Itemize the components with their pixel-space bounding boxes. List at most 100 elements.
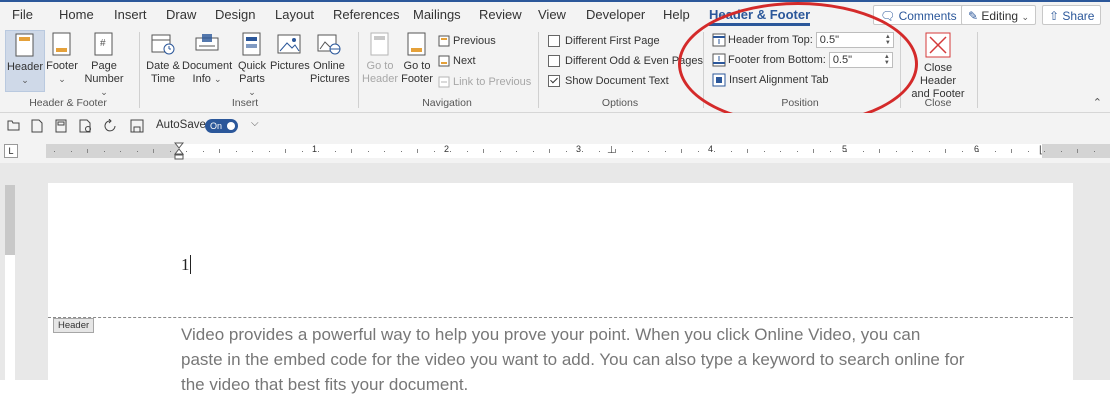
header-from-top-spinner[interactable]: 0.5" ▲ ▼ [815,32,894,48]
header-boundary-line [48,317,1073,318]
page-number-button[interactable]: # Page Number ⌄ [80,32,128,99]
ruler-tick [665,151,666,152]
spinner-arrows-icon[interactable]: ▲ ▼ [882,54,892,66]
footer-button[interactable]: Footer ⌄ [45,32,79,86]
group-label-close: Close [924,97,952,109]
ruler-tick [830,151,831,152]
header-icon [15,33,34,57]
ruler-tick [731,151,732,152]
tab-help[interactable]: Help [663,7,690,22]
online-pictures-button[interactable]: Online Pictures [310,32,350,86]
print-preview-icon[interactable] [79,119,93,133]
tab-file[interactable]: File [12,7,33,22]
footer-from-bottom-spinner[interactable]: 0.5" ▲ ▼ [828,52,893,68]
pictures-button[interactable]: Pictures [270,32,310,73]
share-button[interactable]: ⇧ Share [1042,5,1102,25]
tab-view[interactable]: View [538,7,566,22]
date-time-button[interactable]: Date & Time [144,32,182,86]
ruler-tick [318,151,319,152]
goto-header-button[interactable]: Go to Header [362,32,398,86]
ruler-tick [203,151,204,152]
different-first-page-checkbox[interactable]: Different First Page [548,35,660,47]
ruler-tick [368,151,369,152]
ruler-tick [681,149,682,153]
document-info-button[interactable]: Document Info ⌄ [182,32,232,86]
tab-draw[interactable]: Draw [166,7,196,22]
save-icon[interactable] [130,119,144,133]
tab-layout[interactable]: Layout [275,7,314,22]
close-icon [925,32,951,58]
ruler-tick [648,151,649,152]
ruler-tick [236,151,237,152]
ruler-tick [566,151,567,152]
show-document-text-checkbox[interactable]: Show Document Text [548,75,669,87]
close-header-footer-button[interactable]: Close Header and Footer [905,32,971,101]
body-text[interactable]: Video provides a powerful way to help yo… [181,322,1061,397]
alignment-tab-icon [712,73,726,87]
tab-mailings[interactable]: Mailings [413,7,461,22]
tab-selector-icon[interactable]: L [4,144,18,158]
tab-header-footer[interactable]: Header & Footer [709,7,811,26]
ruler-tick [1028,151,1029,152]
horizontal-ruler[interactable]: 1 2 3 4 5 6 ⊥ ⌊ [46,142,1110,160]
tab-home[interactable]: Home [59,7,94,22]
document-page[interactable]: 1 Header Video provides a powerful way t… [48,183,1073,394]
insert-alignment-tab-button[interactable]: Insert Alignment Tab [712,73,828,87]
spinner-arrows-icon[interactable]: ▲ ▼ [883,34,893,46]
redo-icon[interactable] [104,119,118,133]
chevron-down-icon: ⌄ [248,87,256,97]
quick-parts-button[interactable]: Quick Parts ⌄ [234,32,270,99]
customize-toolbar-icon[interactable]: ⌵ [251,118,259,129]
tab-references[interactable]: References [333,7,399,22]
open-folder-icon[interactable] [7,119,21,132]
right-tab-stop-icon[interactable]: ⌊ [1039,145,1043,156]
tab-insert[interactable]: Insert [114,7,147,22]
new-document-icon[interactable] [31,119,43,133]
group-label-header-footer: Header & Footer [29,97,107,109]
ruler-tick [1011,149,1012,153]
page-number-icon: # [94,32,113,56]
ruler-tick [516,151,517,152]
link-to-previous-button[interactable]: Link to Previous [438,76,531,88]
quick-parts-icon [242,32,261,56]
ruler-tick [87,149,88,153]
ruler-tick [1061,151,1062,152]
editing-button[interactable]: ✎ Editing ⌄ [961,5,1036,25]
next-button[interactable]: Next [438,55,476,67]
document-canvas: 1 Header Video provides a powerful way t… [0,163,1110,394]
collapse-ribbon-icon[interactable]: ⌃ [1093,96,1102,109]
show-document-text-label: Show Document Text [565,75,669,87]
different-first-page-label: Different First Page [565,35,660,47]
ruler-tick [500,151,501,152]
goto-footer-button[interactable]: Go to Footer [399,32,435,86]
group-label-options: Options [601,97,639,109]
indent-marker-icon[interactable] [174,142,184,160]
ruler-tick [153,149,154,153]
autosave-toggle[interactable]: On [205,119,238,133]
ribbon: Header ⌄ Footer ⌄ # Page Number ⌄ Header… [0,28,1110,113]
ruler-tick [945,149,946,153]
tab-review[interactable]: Review [479,7,522,22]
tab-developer[interactable]: Developer [586,7,645,22]
pictures-label: Pictures [270,60,310,72]
tab-design[interactable]: Design [215,7,255,22]
document-info-label-1: Document [182,60,233,72]
footer-label: Footer [46,60,78,72]
ruler-tick [698,151,699,152]
chevron-down-icon: ⌄ [100,87,108,97]
different-odd-even-checkbox[interactable]: Different Odd & Even Pages [548,55,703,67]
comments-button[interactable]: 🗨︎ Comments [873,5,964,25]
previous-button[interactable]: Previous [438,35,496,47]
header-page-number[interactable]: 1 [181,255,190,275]
right-margin-area [1042,144,1110,158]
insert-alignment-tab-label: Insert Alignment Tab [729,74,829,86]
chevron-down-icon: ⌄ [1021,12,1029,22]
goto-header-label-1: Go to [366,60,394,72]
save-as-icon[interactable] [55,119,68,133]
body-line: the video that best fits your document. [181,375,469,394]
header-button[interactable]: Header ⌄ [5,30,45,92]
ruler-number: 6 [974,144,980,154]
ruler-tick [384,151,385,152]
menu-bar: File Home Insert Draw Design Layout Refe… [0,2,1110,28]
ruler-tick [929,151,930,152]
